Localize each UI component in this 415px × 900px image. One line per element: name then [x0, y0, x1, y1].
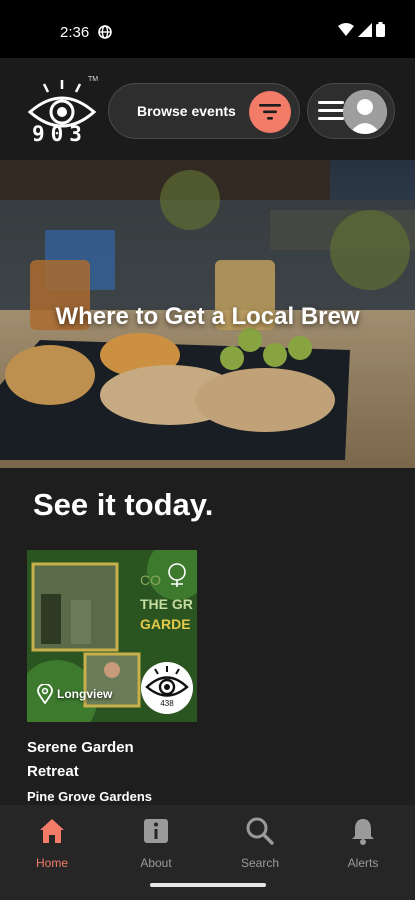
gesture-bar[interactable] — [150, 883, 266, 887]
signal-icon — [358, 22, 372, 37]
card-image-text-3: GARDE — [140, 616, 191, 632]
filter-button[interactable] — [249, 91, 291, 133]
search-icon — [246, 817, 274, 845]
location-pin-icon — [37, 684, 53, 704]
globe-icon — [98, 25, 112, 39]
nav-search-label: Search — [240, 856, 280, 870]
sprout-icon — [168, 563, 186, 587]
bell-icon — [352, 819, 374, 845]
event-title[interactable]: Serene Garden Retreat — [27, 736, 187, 784]
account-menu-button[interactable] — [307, 83, 395, 139]
info-icon — [144, 819, 168, 843]
nav-home[interactable]: Home — [12, 815, 92, 870]
featured-hero[interactable]: Where to Get a Local Brew — [0, 160, 415, 468]
card-image-text-2: THE GR — [140, 596, 193, 612]
user-icon — [343, 90, 387, 134]
card-image-text-1: CO — [140, 572, 161, 588]
nav-about-label: About — [140, 856, 172, 870]
event-view-count: 438 — [160, 699, 174, 708]
event-card[interactable]: CO THE GR GARDE Longview 438 — [27, 550, 197, 722]
filter-icon — [259, 104, 281, 120]
status-icons — [338, 22, 385, 37]
event-venue: Pine Grove Gardens — [27, 789, 152, 804]
nav-alerts-label: Alerts — [347, 856, 379, 870]
section-title: See it today. — [33, 487, 214, 522]
trademark-mark: TM — [88, 76, 99, 83]
home-icon — [40, 819, 64, 843]
status-time: 2:36 — [60, 24, 90, 41]
nav-search[interactable]: Search — [220, 815, 300, 870]
nav-home-label: Home — [35, 856, 68, 870]
nav-alerts[interactable]: Alerts — [323, 815, 403, 870]
hero-title: Where to Get a Local Brew — [55, 303, 360, 330]
app-header: TM 903 Browse events — [0, 58, 415, 160]
hamburger-menu-icon — [318, 101, 344, 123]
browse-events-button[interactable]: Browse events — [108, 83, 300, 139]
wifi-icon — [338, 22, 354, 36]
avatar[interactable] — [343, 90, 387, 134]
browse-events-label: Browse events — [137, 103, 236, 119]
status-bar: 2:36 — [0, 0, 415, 58]
nav-about[interactable]: About — [116, 815, 196, 870]
event-location: Longview — [37, 684, 112, 704]
event-location-label: Longview — [57, 687, 113, 701]
brand-logo-text: 903 — [32, 122, 88, 146]
battery-icon — [376, 22, 385, 37]
event-view-badge: 438 — [141, 662, 193, 714]
eye-icon — [145, 666, 189, 697]
